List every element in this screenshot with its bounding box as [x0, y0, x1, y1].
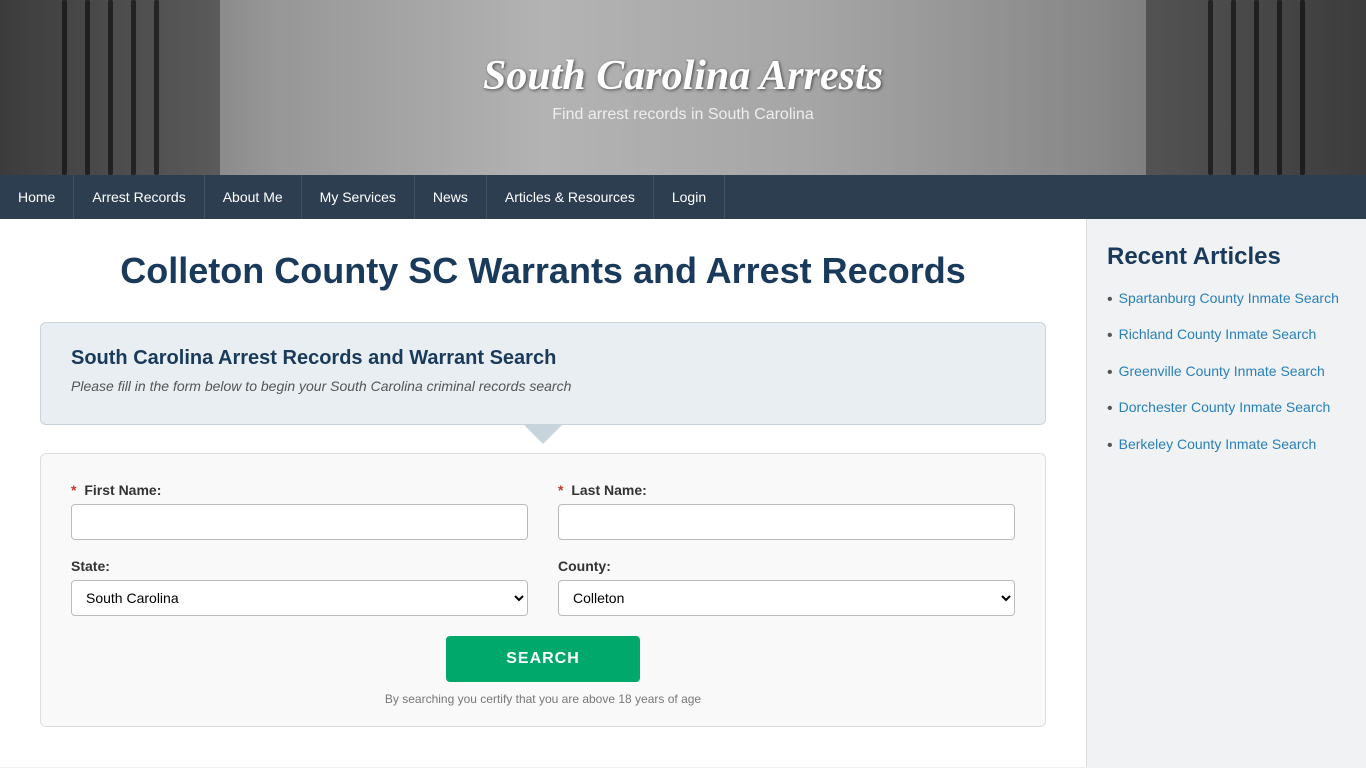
- page-title: Colleton County SC Warrants and Arrest R…: [40, 249, 1046, 292]
- list-item: • Richland County Inmate Search: [1107, 325, 1346, 347]
- hero-text: South Carolina Arrests Find arrest recor…: [483, 52, 883, 124]
- form-row-names: * First Name: * Last Name:: [71, 482, 1015, 540]
- sidebar-link-dorchester[interactable]: Dorchester County Inmate Search: [1119, 398, 1331, 418]
- form-note: By searching you certify that you are ab…: [71, 692, 1015, 706]
- first-name-input[interactable]: [71, 504, 528, 540]
- form-row-location: State: South Carolina County: Colleton: [71, 558, 1015, 616]
- hero-section: South Carolina Arrests Find arrest recor…: [0, 0, 1366, 175]
- state-select[interactable]: South Carolina: [71, 580, 528, 616]
- bullet-icon: •: [1107, 398, 1113, 420]
- bar-line: [1208, 0, 1213, 175]
- nav-item-news[interactable]: News: [415, 175, 487, 219]
- sidebar-title: Recent Articles: [1107, 243, 1346, 271]
- hero-bar-left: [0, 0, 220, 175]
- bullet-icon: •: [1107, 435, 1113, 457]
- form-group-county: County: Colleton: [558, 558, 1015, 616]
- bar-line: [131, 0, 136, 175]
- form-group-state: State: South Carolina: [71, 558, 528, 616]
- list-item: • Berkeley County Inmate Search: [1107, 435, 1346, 457]
- sidebar-link-greenville[interactable]: Greenville County Inmate Search: [1119, 362, 1325, 382]
- bar-line: [1277, 0, 1282, 175]
- list-item: • Dorchester County Inmate Search: [1107, 398, 1346, 420]
- form-group-firstname: * First Name:: [71, 482, 528, 540]
- nav-item-my-services[interactable]: My Services: [302, 175, 415, 219]
- nav-item-arrest-records[interactable]: Arrest Records: [74, 175, 204, 219]
- search-box-subtitle: Please fill in the form below to begin y…: [71, 378, 1015, 394]
- sidebar-link-richland[interactable]: Richland County Inmate Search: [1119, 325, 1317, 345]
- last-name-label: * Last Name:: [558, 482, 1015, 498]
- main-layout: Colleton County SC Warrants and Arrest R…: [0, 219, 1366, 767]
- nav-item-about-me[interactable]: About Me: [205, 175, 302, 219]
- state-label: State:: [71, 558, 528, 574]
- site-subtitle: Find arrest records in South Carolina: [483, 106, 883, 124]
- nav-item-login[interactable]: Login: [654, 175, 725, 219]
- bullet-icon: •: [1107, 362, 1113, 384]
- bullet-icon: •: [1107, 325, 1113, 347]
- sidebar: Recent Articles • Spartanburg County Inm…: [1086, 219, 1366, 767]
- bar-line: [154, 0, 159, 175]
- hero-bar-right: [1146, 0, 1366, 175]
- bar-lines-right: [1208, 0, 1305, 175]
- bar-line: [85, 0, 90, 175]
- search-button[interactable]: SEARCH: [446, 636, 640, 682]
- nav-item-home[interactable]: Home: [0, 175, 74, 219]
- sidebar-link-spartanburg[interactable]: Spartanburg County Inmate Search: [1119, 289, 1339, 309]
- form-group-lastname: * Last Name:: [558, 482, 1015, 540]
- last-name-input[interactable]: [558, 504, 1015, 540]
- bullet-icon: •: [1107, 289, 1113, 311]
- bar-line: [108, 0, 113, 175]
- bar-line: [62, 0, 67, 175]
- county-label: County:: [558, 558, 1015, 574]
- search-form: * First Name: * Last Name: State:: [40, 453, 1046, 727]
- search-info-box: South Carolina Arrest Records and Warran…: [40, 322, 1046, 425]
- bar-line: [1300, 0, 1305, 175]
- bar-line: [1231, 0, 1236, 175]
- required-star-lastname: *: [558, 482, 563, 498]
- bar-line: [1254, 0, 1259, 175]
- sidebar-link-berkeley[interactable]: Berkeley County Inmate Search: [1119, 435, 1317, 455]
- search-box-title: South Carolina Arrest Records and Warran…: [71, 347, 1015, 370]
- recent-articles-list: • Spartanburg County Inmate Search • Ric…: [1107, 289, 1346, 457]
- bar-lines-left: [62, 0, 159, 175]
- list-item: • Greenville County Inmate Search: [1107, 362, 1346, 384]
- nav-item-articles[interactable]: Articles & Resources: [487, 175, 654, 219]
- site-title: South Carolina Arrests: [483, 52, 883, 100]
- main-nav: Home Arrest Records About Me My Services…: [0, 175, 1366, 219]
- list-item: • Spartanburg County Inmate Search: [1107, 289, 1346, 311]
- county-select[interactable]: Colleton: [558, 580, 1015, 616]
- main-content: Colleton County SC Warrants and Arrest R…: [0, 219, 1086, 767]
- first-name-label: * First Name:: [71, 482, 528, 498]
- required-star-firstname: *: [71, 482, 76, 498]
